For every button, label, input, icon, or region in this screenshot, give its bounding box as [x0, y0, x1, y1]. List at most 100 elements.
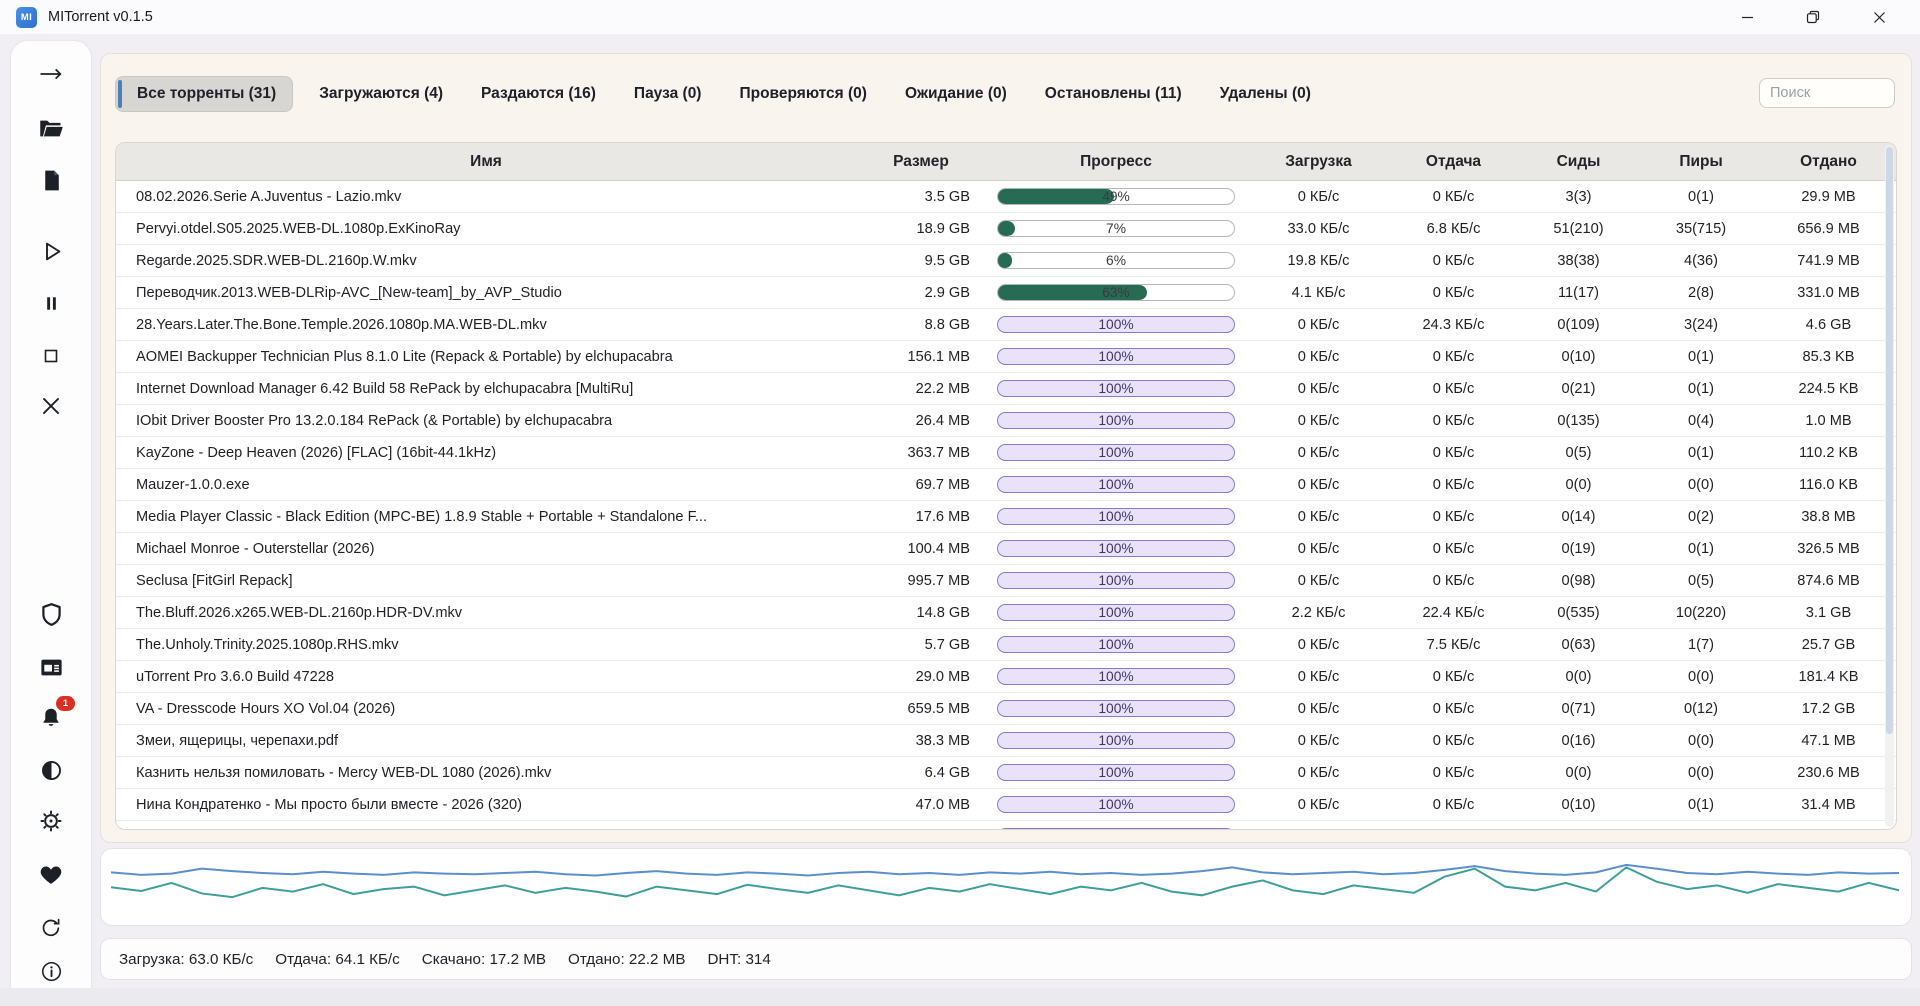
scrollbar-thumb[interactable] [1886, 147, 1893, 734]
torrent-name: 28.Years.Later.The.Bone.Temple.2026.1080… [116, 317, 856, 333]
theme-button[interactable] [34, 753, 68, 787]
table-row[interactable]: KayZone - Deep Heaven (2026) [FLAC] (16b… [116, 437, 1896, 469]
table-row[interactable]: Internet Download Manager 6.42 Build 58 … [116, 373, 1896, 405]
torrent-uploaded: 230.6 MB [1761, 765, 1896, 781]
torrent-seeds: 0(0) [1516, 477, 1641, 493]
table-row[interactable]: Michael Monroe - Outerstellar (2026) 100… [116, 533, 1896, 565]
table-row[interactable]: VA - Dresscode Hours XO Vol.04 (2026) 65… [116, 693, 1896, 725]
security-button[interactable] [34, 597, 68, 631]
torrent-size: 2.9 GB [856, 285, 986, 301]
torrent-upload-speed: 0 КБ/с [1391, 669, 1516, 685]
filter-tab[interactable]: Ожидание (0) [893, 76, 1019, 112]
table-row[interactable]: Переводчик.2013.WEB-DLRip-AVC_[New-team]… [116, 277, 1896, 309]
torrent-name: Змеи, ящерицы, черепахи.pdf [116, 733, 856, 749]
table-row[interactable]: Media Player Classic - Black Edition (MP… [116, 501, 1896, 533]
table-scrollbar[interactable] [1885, 145, 1894, 827]
torrent-name: Regarde.2025.SDR.WEB-DL.2160p.W.mkv [116, 253, 856, 269]
table-row[interactable]: uTorrent Pro 3.6.0 Build 47228 29.0 MB 1… [116, 661, 1896, 693]
news-button[interactable] [34, 650, 68, 684]
torrent-uploaded: 1.0 MB [1761, 413, 1896, 429]
table-row[interactable]: Змеи, ящерицы, черепахи.pdf 38.3 MB 100%… [116, 725, 1896, 757]
column-header-size[interactable]: Размер [856, 153, 986, 171]
resume-button[interactable] [34, 234, 68, 268]
torrent-name: Переводчик.2013.WEB-DLRip-AVC_[New-team]… [116, 285, 856, 301]
column-header-peers[interactable]: Пиры [1641, 153, 1761, 171]
torrent-peers: 0(0) [1641, 669, 1761, 685]
about-button[interactable] [34, 954, 68, 988]
column-header-name[interactable]: Имя [116, 153, 856, 171]
torrent-upload-speed: 0 КБ/с [1391, 509, 1516, 525]
status-bar: Загрузка: 63.0 КБ/с Отдача: 64.1 КБ/с Ск… [100, 938, 1912, 980]
torrent-seeds: 3(3) [1516, 189, 1641, 205]
table-row[interactable]: The.Bluff.2026.x265.WEB-DL.2160p.HDR-DV.… [116, 597, 1896, 629]
table-row[interactable]: The.Unholy.Trinity.2025.1080p.RHS.mkv 5.… [116, 629, 1896, 661]
filter-tab[interactable]: Все торренты (31) [115, 76, 293, 112]
expand-sidebar-button[interactable] [34, 57, 68, 91]
play-icon [38, 238, 65, 265]
table-row[interactable]: Seclusa [FitGirl Repack] 995.7 MB 100% 0… [116, 565, 1896, 597]
torrent-upload-speed: 0 КБ/с [1391, 573, 1516, 589]
torrent-upload-speed: 0 КБ/с [1391, 445, 1516, 461]
column-header-upload[interactable]: Отдача [1391, 153, 1516, 171]
filter-tab[interactable]: Загружаются (4) [307, 76, 455, 112]
torrent-seeds: 0(0) [1516, 669, 1641, 685]
progress-label: 100% [998, 701, 1234, 716]
open-torrent-button[interactable] [34, 111, 68, 145]
status-item: Отдано: 22.2 MB [568, 951, 685, 968]
column-header-uploaded[interactable]: Отдано [1761, 153, 1896, 171]
refresh-button[interactable] [34, 911, 68, 945]
table-row[interactable]: Казнить нельзя помиловать - Mercy WEB-DL… [116, 757, 1896, 789]
restore-button[interactable] [1780, 0, 1846, 34]
torrent-peers: 4(36) [1641, 253, 1761, 269]
progress-label: 100% [998, 477, 1234, 492]
table-row[interactable]: 08.02.2026.Serie A.Juventus - Lazio.mkv … [116, 181, 1896, 213]
filter-tab[interactable]: Остановлены (11) [1033, 76, 1194, 112]
filter-tab[interactable]: Пауза (0) [622, 76, 714, 112]
table-row[interactable]: Pervyi.otdel.S05.2025.WEB-DL.1080p.ExKin… [116, 213, 1896, 245]
torrent-download-speed: 0 КБ/с [1246, 797, 1391, 813]
torrent-size: 29.0 MB [856, 669, 986, 685]
table-row[interactable]: Mauzer-1.0.0.exe 69.7 MB 100% 0 КБ/с 0 К… [116, 469, 1896, 501]
torrent-uploaded: 17.2 GB [1761, 701, 1896, 717]
table-row[interactable]: VideoProc Converter AI 8.6 RePack (& Por… [116, 821, 1896, 830]
torrent-seeds: 0(19) [1516, 541, 1641, 557]
notifications-button[interactable]: 1 [34, 701, 68, 735]
column-header-seeds[interactable]: Сиды [1516, 153, 1641, 171]
remove-button[interactable] [34, 389, 68, 423]
torrent-size: 22.2 MB [856, 381, 986, 397]
filter-tab[interactable]: Раздаются (16) [469, 76, 608, 112]
news-icon [38, 654, 65, 681]
add-file-button[interactable] [34, 163, 68, 197]
minimize-button[interactable] [1714, 0, 1780, 34]
table-row[interactable]: Нина Кондратенко - Мы просто были вместе… [116, 789, 1896, 821]
filter-tab[interactable]: Удалены (0) [1208, 76, 1323, 112]
table-row[interactable]: Regarde.2025.SDR.WEB-DL.2160p.W.mkv 9.5 … [116, 245, 1896, 277]
filter-tab[interactable]: Проверяются (0) [727, 76, 878, 112]
close-window-button[interactable] [1846, 0, 1912, 34]
table-row[interactable]: AOMEI Backupper Technician Plus 8.1.0 Li… [116, 341, 1896, 373]
torrent-seeds: 0(10) [1516, 797, 1641, 813]
torrent-seeds: 0(14) [1516, 509, 1641, 525]
torrent-name: VA - Dresscode Hours XO Vol.04 (2026) [116, 701, 856, 717]
favorites-button[interactable] [34, 858, 68, 892]
settings-button[interactable] [34, 804, 68, 838]
torrent-uploaded: 38.8 MB [1761, 509, 1896, 525]
torrent-download-speed: 2.2 КБ/с [1246, 605, 1391, 621]
torrent-uploaded: 8.8 MB [1761, 829, 1896, 831]
torrent-peers: 0(1) [1641, 445, 1761, 461]
stop-button[interactable] [34, 339, 68, 373]
progress-label: 49% [998, 189, 1234, 204]
pause-button[interactable] [34, 286, 68, 320]
torrent-uploaded: 3.1 GB [1761, 605, 1896, 621]
column-header-progress[interactable]: Прогресс [986, 153, 1246, 171]
torrent-size: 14.8 GB [856, 605, 986, 621]
torrent-size: 9.5 GB [856, 253, 986, 269]
torrent-peers: 1(7) [1641, 637, 1761, 653]
progress-label: 100% [998, 573, 1234, 588]
table-row[interactable]: 28.Years.Later.The.Bone.Temple.2026.1080… [116, 309, 1896, 341]
progress-bar: 100% [997, 604, 1235, 621]
table-row[interactable]: IObit Driver Booster Pro 13.2.0.184 RePa… [116, 405, 1896, 437]
column-header-download[interactable]: Загрузка [1246, 153, 1391, 171]
tab-label: Ожидание (0) [905, 85, 1007, 102]
search-input[interactable] [1759, 78, 1895, 108]
